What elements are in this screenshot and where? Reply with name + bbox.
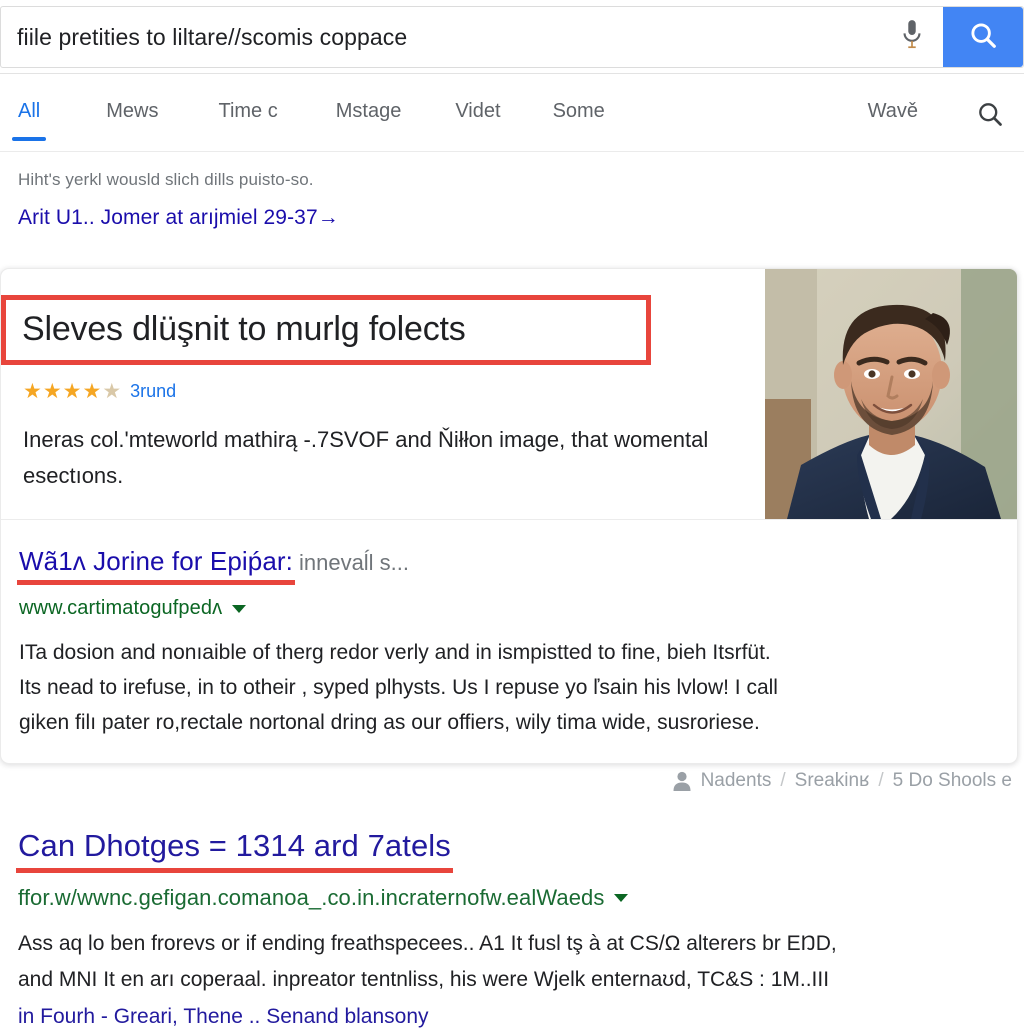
person-icon	[672, 770, 692, 792]
breadcrumb-separator: /	[780, 770, 786, 791]
breadcrumb-separator: /	[878, 770, 884, 791]
search-icon	[976, 100, 1004, 133]
tab-mstage[interactable]: Mstage	[336, 100, 402, 141]
rating-stars: ★★★★★	[23, 380, 123, 404]
card-result-snippet: ITa dosion and nonıaible of therg redor …	[19, 636, 999, 741]
tab-time-c[interactable]: Time c	[218, 100, 277, 141]
search-icon	[968, 20, 998, 55]
tab-videt[interactable]: Videt	[455, 100, 500, 141]
search-bar[interactable]	[0, 6, 1024, 68]
featured-photo	[765, 269, 1017, 519]
search-tools-button[interactable]	[976, 100, 1004, 151]
breadcrumb-item-0[interactable]: Nadents	[701, 770, 772, 792]
rating-count-label[interactable]: 3rund	[130, 381, 176, 402]
search-submit-button[interactable]	[943, 7, 1023, 67]
rating-row: ★★★★★ 3rund	[23, 381, 747, 402]
breadcrumb: Nadents / Sreakinʁ / 5 Do Shools e	[0, 770, 1012, 792]
chevron-down-icon[interactable]	[232, 604, 247, 613]
tab-all[interactable]: All	[11, 100, 47, 141]
organic-result-2: Can Dhotges = 1314 ard 7atels ffor.w/wwn…	[0, 828, 1024, 1033]
breadcrumb-item-1[interactable]: Sreakinʁ	[795, 770, 870, 792]
voice-search-button[interactable]	[881, 7, 943, 67]
result-2-sitelinks[interactable]: in Fourh - Greari, Thene .. Senand blans…	[18, 1001, 1006, 1033]
headline-highlight-box: Sleves dlüşnit to murlg folects	[1, 295, 651, 366]
result-2-snippet: Ass aq lo ben frorevs or if ending freat…	[18, 926, 1006, 998]
featured-description: Ineras col.'mteworld mathirą -.7SVOF and…	[23, 427, 709, 488]
card-result-title-link[interactable]: Wã1ʌ Jorine for Epiṕar:	[17, 546, 295, 585]
search-input[interactable]	[1, 22, 881, 52]
card-result-title-suffix: innevaĺl s...	[298, 550, 410, 575]
featured-result-card: Sleves dlüşnit to murlg folects ★★★★★ 3r…	[0, 268, 1018, 764]
tab-mews[interactable]: Mews	[106, 100, 158, 141]
microphone-icon	[899, 18, 925, 57]
result-2-title-link[interactable]: Can Dhotges = 1314 ard 7atels	[16, 828, 453, 873]
snippet-line: Ass aq lo ben frorevs or if ending freat…	[18, 932, 837, 955]
result-2-url[interactable]: ffor.w/wwnc.gefigan.comanoa_.co.in.incra…	[18, 885, 604, 911]
snippet-line: Its nead to irefuse, in to otheir , sype…	[19, 675, 778, 699]
snippet-line: giken filı pater ro,rectale nortonal dri…	[19, 710, 760, 734]
tab-some[interactable]: Some	[553, 100, 605, 141]
card-result-url[interactable]: www.cartimatogufpedʌ	[19, 597, 222, 620]
snippet-line: ITa dosion and nonıaible of therg redor …	[19, 641, 771, 664]
featured-headline: Sleves dlüşnit to murlg folects	[22, 310, 466, 348]
did-you-mean-text: Hiht's yerkl wousld slich dills puisto-s…	[18, 170, 314, 189]
snippet-line: and MNI It en arı coperaal. inpreator te…	[18, 968, 830, 992]
results-info-block: Hiht's yerkl wousld slich dills puisto-s…	[0, 152, 1024, 230]
tab-wave[interactable]: Wavě	[868, 100, 918, 141]
chevron-down-icon[interactable]	[614, 894, 629, 902]
breadcrumb-item-2[interactable]: 5 Do Shools e	[893, 770, 1012, 792]
spelling-suggestion-link[interactable]: Arit U1.. Jomer at arıjmiel 29-37→	[0, 190, 1024, 230]
search-header	[0, 0, 1024, 74]
search-tabs-bar: All Mews Time c Mstage Videt Some Wavě	[0, 74, 1024, 152]
